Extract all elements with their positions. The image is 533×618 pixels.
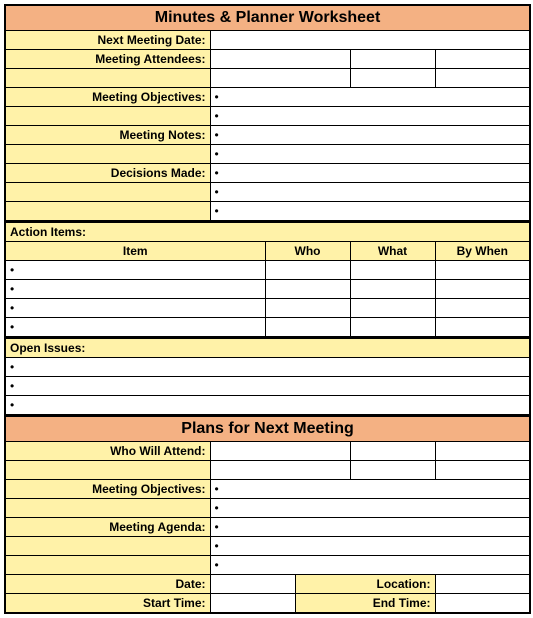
value-date[interactable]: [210, 575, 295, 594]
action-bywhen-3[interactable]: [435, 318, 530, 338]
value-decision-1[interactable]: •: [210, 183, 530, 202]
title-plans-next: Plans for Next Meeting: [5, 417, 530, 442]
action-item-3[interactable]: •: [5, 318, 265, 338]
action-item-0[interactable]: •: [5, 261, 265, 280]
label-meeting-agenda: Meeting Agenda:: [5, 518, 210, 537]
value-note-1[interactable]: •: [210, 145, 530, 164]
value-objective-0[interactable]: •: [210, 88, 530, 107]
action-bywhen-1[interactable]: [435, 280, 530, 299]
value-attendee-5[interactable]: [435, 69, 530, 88]
action-bywhen-0[interactable]: [435, 261, 530, 280]
action-what-2[interactable]: [350, 299, 435, 318]
label-meeting-objectives: Meeting Objectives:: [5, 88, 210, 107]
value-attendee-4[interactable]: [350, 69, 435, 88]
value-decision-0[interactable]: •: [210, 164, 530, 183]
col-bywhen: By When: [435, 242, 530, 261]
value-attendee-3[interactable]: [210, 69, 350, 88]
label-open-issues: Open Issues:: [5, 339, 530, 358]
action-who-0[interactable]: [265, 261, 350, 280]
action-item-2[interactable]: •: [5, 299, 265, 318]
label-meeting-notes: Meeting Notes:: [5, 126, 210, 145]
label-end-time: End Time:: [295, 594, 435, 614]
action-what-3[interactable]: [350, 318, 435, 338]
value-end-time[interactable]: [435, 594, 530, 614]
open-issue-2[interactable]: •: [5, 396, 530, 416]
value-objective-1[interactable]: •: [210, 107, 530, 126]
label-next-meeting-date: Next Meeting Date:: [5, 31, 210, 50]
next-objective-1[interactable]: •: [210, 499, 530, 518]
col-who: Who: [265, 242, 350, 261]
open-issue-1[interactable]: •: [5, 377, 530, 396]
value-decision-2[interactable]: •: [210, 202, 530, 222]
label-who-will-attend: Who Will Attend:: [5, 442, 210, 461]
action-item-1[interactable]: •: [5, 280, 265, 299]
next-attendee-5[interactable]: [435, 461, 530, 480]
value-attendee-2[interactable]: [435, 50, 530, 69]
label-date: Date:: [5, 575, 210, 594]
agenda-2[interactable]: •: [210, 556, 530, 575]
col-item: Item: [5, 242, 265, 261]
next-objective-0[interactable]: •: [210, 480, 530, 499]
agenda-0[interactable]: •: [210, 518, 530, 537]
value-next-meeting-date[interactable]: [210, 31, 530, 50]
next-attendee-4[interactable]: [350, 461, 435, 480]
action-what-0[interactable]: [350, 261, 435, 280]
label-next-objectives: Meeting Objectives:: [5, 480, 210, 499]
next-attendee-3[interactable]: [210, 461, 350, 480]
next-attendee-0[interactable]: [210, 442, 350, 461]
title-minutes-planner: Minutes & Planner Worksheet: [5, 5, 530, 31]
value-note-0[interactable]: •: [210, 126, 530, 145]
action-bywhen-2[interactable]: [435, 299, 530, 318]
action-who-2[interactable]: [265, 299, 350, 318]
label-decisions-made: Decisions Made:: [5, 164, 210, 183]
value-start-time[interactable]: [210, 594, 295, 614]
label-start-time: Start Time:: [5, 594, 210, 614]
label-action-items: Action Items:: [5, 223, 530, 242]
agenda-1[interactable]: •: [210, 537, 530, 556]
col-what: What: [350, 242, 435, 261]
next-attendee-1[interactable]: [350, 442, 435, 461]
worksheet-table: Minutes & Planner Worksheet Next Meeting…: [4, 4, 531, 614]
action-who-3[interactable]: [265, 318, 350, 338]
value-location[interactable]: [435, 575, 530, 594]
open-issue-0[interactable]: •: [5, 358, 530, 377]
label-attendees-cont: [5, 69, 210, 88]
action-what-1[interactable]: [350, 280, 435, 299]
action-who-1[interactable]: [265, 280, 350, 299]
label-meeting-attendees: Meeting Attendees:: [5, 50, 210, 69]
label-location: Location:: [295, 575, 435, 594]
next-attendee-2[interactable]: [435, 442, 530, 461]
value-attendee-1[interactable]: [350, 50, 435, 69]
value-attendee-0[interactable]: [210, 50, 350, 69]
